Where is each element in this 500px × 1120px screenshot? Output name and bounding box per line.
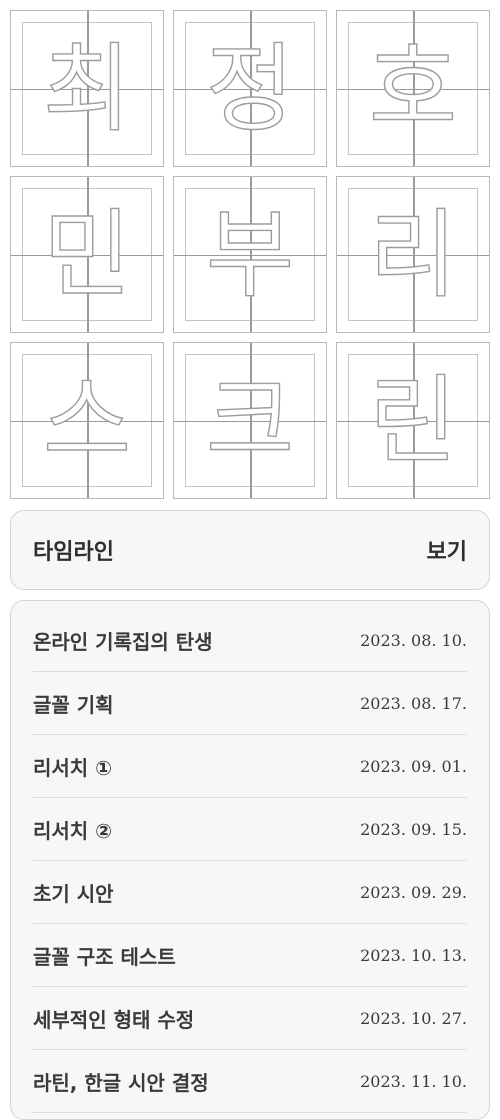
glyph-cell-bu: 부	[173, 176, 327, 333]
timeline-item-title: 글꼴 구조 테스트	[33, 944, 176, 969]
timeline-item-date: 2023. 10. 27.	[360, 1008, 467, 1028]
timeline-item[interactable]: 세부적인 형태 수정 2023. 10. 27.	[33, 987, 467, 1050]
timeline-item-title: 세부적인 형태 수정	[33, 1007, 195, 1032]
glyph-cell-jeong: 정	[173, 10, 327, 167]
timeline-item-date: 2023. 10. 13.	[360, 945, 467, 965]
timeline-item-date: 2023. 09. 29.	[360, 882, 467, 902]
timeline-header: 타임라인 보기	[10, 510, 490, 590]
timeline-item-title: 라틴, 한글 시안 결정	[33, 1070, 209, 1095]
timeline-item[interactable]: 리서치 ① 2023. 09. 01.	[33, 735, 467, 798]
timeline-item-title: 온라인 기록집의 탄생	[33, 629, 213, 654]
glyph-bu: 부	[205, 198, 295, 311]
glyph-choe: 최	[42, 32, 132, 145]
glyph-seu: 스	[42, 364, 132, 477]
timeline-item-title: 리서치 ②	[33, 818, 113, 843]
glyph-cell-choe: 최	[10, 10, 164, 167]
timeline-item-date: 2023. 09. 15.	[360, 819, 467, 839]
timeline-item[interactable]: 글꼴 기획 2023. 08. 17.	[33, 672, 467, 735]
glyph-cell-min: 민	[10, 176, 164, 333]
timeline-item-date: 2023. 09. 01.	[360, 756, 467, 776]
glyph-cell-ri: 리	[336, 176, 490, 333]
timeline-item-date: 2023. 08. 10.	[360, 630, 467, 650]
glyph-keu: 크	[205, 364, 295, 477]
timeline-item-date: 2023. 11. 10.	[360, 1071, 467, 1091]
timeline-list: 온라인 기록집의 탄생 2023. 08. 10. 글꼴 기획 2023. 08…	[10, 600, 490, 1120]
glyph-cell-keu: 크	[173, 342, 327, 499]
timeline-item[interactable]: 라틴, 한글 시안 결정 2023. 11. 10.	[33, 1050, 467, 1113]
glyph-ho: 호	[368, 32, 458, 145]
timeline-view-button[interactable]: 보기	[427, 534, 467, 566]
timeline-item[interactable]: 온라인 기록집의 탄생 2023. 08. 10.	[33, 609, 467, 672]
glyph-rin: 린	[368, 364, 458, 477]
timeline-item-date: 2023. 08. 17.	[360, 693, 467, 713]
timeline-title: 타임라인	[33, 540, 114, 565]
timeline-item[interactable]: 리서치 ② 2023. 09. 15.	[33, 798, 467, 861]
font-specimen-grid: 최 정 호 민 부 리 스 크 린	[10, 10, 490, 499]
timeline-item-title: 글꼴 기획	[33, 692, 114, 717]
glyph-cell-rin: 린	[336, 342, 490, 499]
timeline-item[interactable]: 초기 시안 2023. 09. 29.	[33, 861, 467, 924]
timeline-item-title: 초기 시안	[33, 881, 114, 906]
timeline-item[interactable]: 글꼴 구조 테스트 2023. 10. 13.	[33, 924, 467, 987]
timeline-item-title: 리서치 ①	[33, 755, 113, 780]
glyph-min: 민	[42, 198, 132, 311]
glyph-cell-ho: 호	[336, 10, 490, 167]
glyph-ri: 리	[368, 198, 458, 311]
glyph-jeong: 정	[205, 32, 295, 145]
glyph-cell-seu: 스	[10, 342, 164, 499]
